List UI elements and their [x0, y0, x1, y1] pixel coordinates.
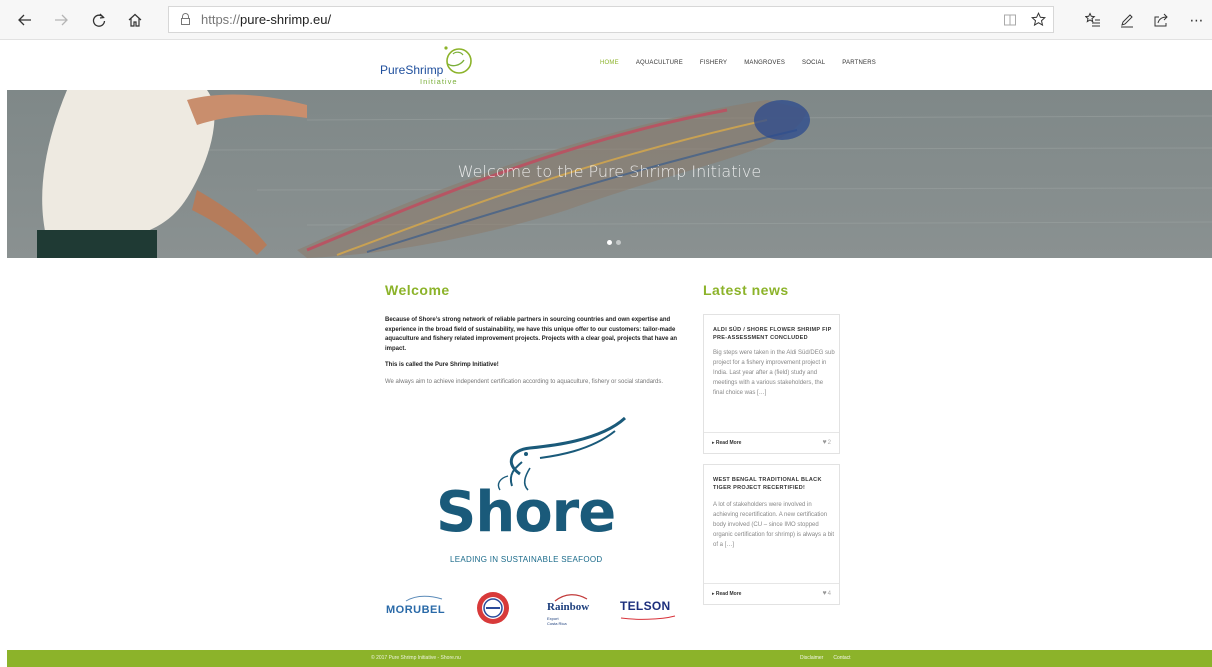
heart-icon[interactable]: ♥	[823, 590, 827, 597]
refresh-button[interactable]	[88, 9, 110, 31]
partner-subtitle-rainbow: Export Costa Rica	[547, 616, 567, 626]
likes-counter: ♥2	[822, 439, 832, 446]
news-card-title[interactable]: ALDI SÜD / SHORE FLOWER SHRIMP FIP PRE-A…	[713, 326, 835, 342]
news-card-excerpt: Big steps were taken in the Aldi Süd/DEG…	[713, 350, 835, 396]
menu-item-mangroves[interactable]: MANGROVES	[744, 60, 785, 66]
site-footer: © 2017 Pure Shrimp Initiative - Shore.nu…	[7, 650, 1212, 667]
more-button[interactable]: ⋯	[1186, 9, 1208, 31]
back-button[interactable]	[14, 9, 36, 31]
notes-button[interactable]	[1116, 9, 1138, 31]
footer-link-disclaimer[interactable]: Disclaimer	[800, 655, 823, 661]
hero-slider: Welcome to the Pure Shrimp Initiative	[7, 90, 1212, 258]
more-icon: ⋯	[1189, 12, 1205, 28]
menu-item-fishery[interactable]: FISHERY	[700, 60, 727, 66]
main-menu: HOME AQUACULTURE FISHERY MANGROVES SOCIA…	[600, 60, 876, 66]
partner-logo-asc[interactable]	[474, 591, 512, 625]
likes-counter: ♥4	[822, 590, 832, 597]
menu-item-aquaculture[interactable]: AQUACULTURE	[636, 60, 683, 66]
favorites-hub-button[interactable]	[1082, 9, 1104, 31]
read-more-link[interactable]: ▸ Read More	[712, 591, 741, 597]
partner-logo-telson[interactable]: TELSON	[620, 591, 676, 625]
favorites-list-icon	[1084, 12, 1100, 27]
url-text[interactable]: https://pure-shrimp.eu/	[201, 12, 331, 27]
star-icon	[1030, 12, 1046, 27]
arrow-left-icon	[18, 14, 31, 26]
logo-text: PureShrimp	[380, 63, 444, 77]
reading-view-button[interactable]	[1001, 11, 1019, 31]
lock-icon	[181, 13, 190, 25]
refresh-icon	[92, 13, 106, 27]
news-card-excerpt: A lot of stakeholders were involved in a…	[713, 502, 835, 548]
slider-dots	[607, 240, 621, 245]
news-card-footer: ▸ Read More ♥4	[704, 583, 839, 604]
slider-dot-1[interactable]	[607, 240, 612, 245]
shore-wordmark: Shore	[436, 480, 616, 545]
footer-links: Disclaimer Contact	[800, 655, 851, 661]
pen-icon	[1121, 14, 1133, 28]
forward-button[interactable]	[50, 9, 72, 31]
shore-logo: Shore LEADING IN SUSTAINABLE SEAFOOD	[430, 416, 630, 568]
news-card: ALDI SÜD / SHORE FLOWER SHRIMP FIP PRE-A…	[703, 314, 840, 454]
welcome-heading: Welcome	[385, 282, 450, 298]
footer-copyright: © 2017 Pure Shrimp Initiative - Shore.nu	[371, 655, 461, 661]
news-card-title[interactable]: WEST BENGAL TRADITIONAL BLACK TIGER PROJ…	[713, 476, 835, 492]
welcome-paragraph-3: We always aim to achieve independent cer…	[385, 378, 664, 385]
browser-toolbar: https://pure-shrimp.eu/ ⋯	[0, 0, 1212, 40]
favorite-button[interactable]	[1029, 11, 1047, 31]
partner-logo-rainbow[interactable]: Rainbow Export Costa Rica	[545, 591, 595, 626]
address-bar[interactable]: https://pure-shrimp.eu/	[168, 6, 1054, 33]
logo-subtext: Initiative	[420, 77, 458, 86]
menu-item-home[interactable]: HOME	[600, 60, 619, 66]
menu-item-partners[interactable]: PARTNERS	[842, 60, 876, 66]
menu-item-social[interactable]: SOCIAL	[802, 60, 825, 66]
underline-wave-icon	[620, 615, 676, 620]
arrow-right-icon	[55, 14, 68, 26]
book-icon	[1004, 14, 1016, 26]
footer-link-contact[interactable]: Contact	[833, 655, 850, 661]
news-card-footer: ▸ Read More ♥2	[704, 432, 839, 453]
partner-logo-morubel[interactable]: MORUBEL	[386, 591, 448, 625]
site-header: PureShrimp Initiative HOME AQUACULTURE F…	[0, 40, 1212, 90]
shore-tagline: LEADING IN SUSTAINABLE SEAFOOD	[450, 555, 603, 564]
site-logo[interactable]: PureShrimp Initiative	[380, 40, 475, 88]
news-card: WEST BENGAL TRADITIONAL BLACK TIGER PROJ…	[703, 464, 840, 605]
welcome-body: Because of Shore’s strong network of rel…	[385, 316, 685, 394]
welcome-paragraph-1: Because of Shore’s strong network of rel…	[385, 317, 678, 352]
home-button[interactable]	[124, 9, 146, 31]
news-heading: Latest news	[703, 282, 789, 298]
home-icon	[128, 13, 142, 27]
read-more-link[interactable]: ▸ Read More	[712, 440, 741, 446]
hero-title: Welcome to the Pure Shrimp Initiative	[457, 162, 762, 181]
certification-seal-icon	[477, 592, 509, 624]
partner-name-rainbow: Rainbow	[547, 601, 590, 613]
welcome-paragraph-2: This is called the Pure Shrimp Initiativ…	[385, 362, 499, 368]
heart-icon[interactable]: ♥	[823, 439, 827, 446]
share-icon	[1154, 13, 1168, 27]
partner-name-telson: TELSON	[620, 599, 671, 613]
partner-name-morubel: MORUBEL	[386, 604, 446, 616]
share-button[interactable]	[1150, 9, 1172, 31]
slider-dot-2[interactable]	[616, 240, 621, 245]
